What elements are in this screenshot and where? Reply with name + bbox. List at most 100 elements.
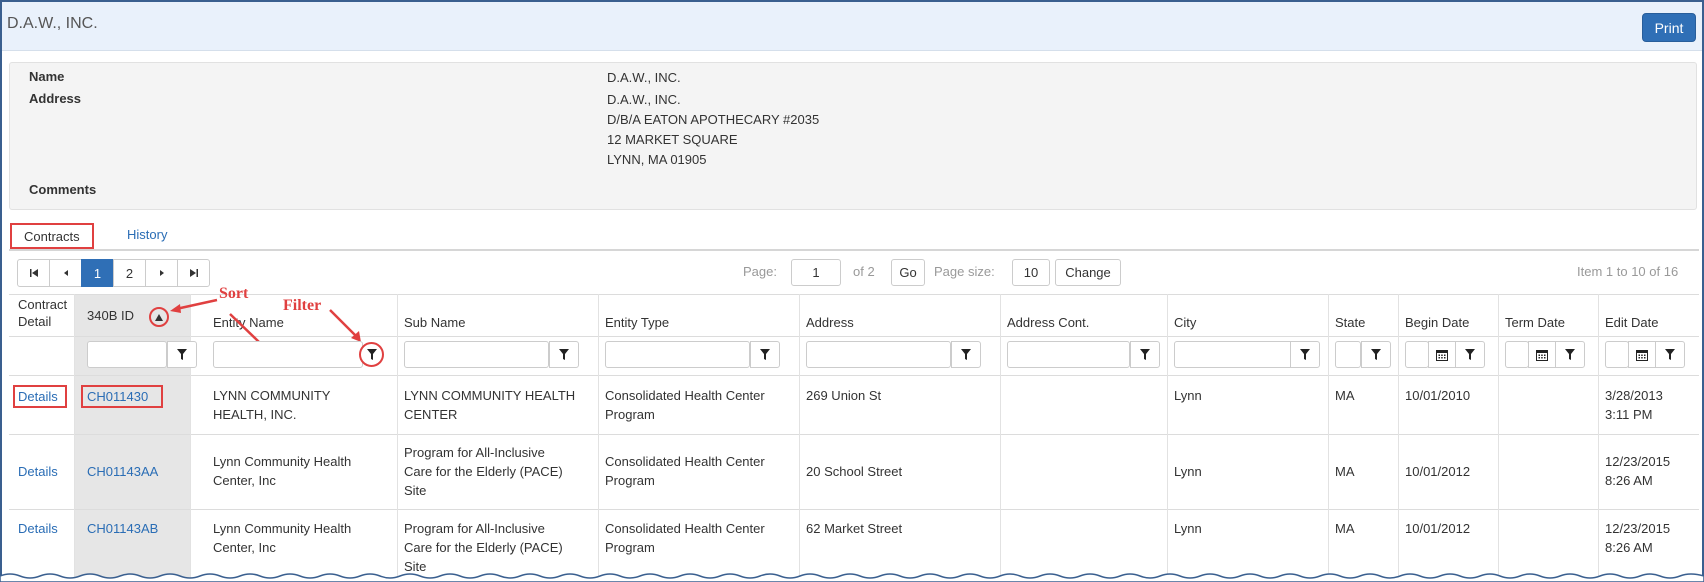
col-header-entity-type[interactable]: Entity Type — [605, 314, 669, 331]
column-separator — [1498, 294, 1499, 582]
go-button[interactable]: Go — [891, 259, 925, 286]
filter-button-begin-date[interactable] — [1455, 341, 1485, 368]
sub-name-cell: Program for All-Inclusive Care for the E… — [404, 521, 563, 574]
first-page-button[interactable] — [17, 259, 50, 287]
col-header-address[interactable]: Address — [806, 314, 854, 331]
page-number-input[interactable]: 1 — [791, 259, 841, 286]
begin-date-cell: 10/01/2010 — [1405, 388, 1471, 403]
contract-id-link[interactable]: CH01143AB — [87, 519, 158, 538]
row-separator — [9, 509, 1699, 510]
page-header: D.A.W., INC. Print — [2, 2, 1702, 51]
contract-id-link[interactable]: CH011430 — [87, 387, 148, 406]
column-separator — [1167, 294, 1168, 582]
address-cell: 269 Union St — [806, 388, 882, 403]
calendar-button-begin-date[interactable] — [1428, 341, 1456, 368]
entity-info-panel: Name D.A.W., INC. Address D.A.W., INC. D… — [9, 62, 1697, 210]
last-page-button[interactable] — [177, 259, 210, 287]
next-page-icon — [159, 270, 164, 276]
column-separator — [1000, 294, 1001, 582]
filter-input-term-date[interactable] — [1505, 341, 1529, 368]
filter-button-address[interactable] — [951, 341, 981, 368]
address-value: D.A.W., INC. D/B/A EATON APOTHECARY #203… — [607, 90, 819, 170]
contract-id-link[interactable]: CH01143AA — [87, 462, 158, 481]
entity-type-cell: Consolidated Health Center Program — [605, 454, 765, 488]
col-header-sub-name[interactable]: Sub Name — [404, 314, 465, 331]
address-label: Address — [29, 91, 82, 106]
filter-button-340b-id[interactable] — [167, 341, 197, 368]
filter-button-entity-name[interactable] — [359, 342, 384, 367]
col-header-state[interactable]: State — [1335, 314, 1365, 331]
filter-button-state[interactable] — [1361, 341, 1391, 368]
col-header-city[interactable]: City — [1174, 314, 1196, 331]
details-link[interactable]: Details — [18, 462, 58, 481]
filter-input-state[interactable] — [1335, 341, 1361, 368]
col-header-contract-detail[interactable]: Contract Detail — [18, 296, 67, 330]
sub-name-cell: LYNN COMMUNITY HEALTH CENTER — [404, 388, 576, 422]
address-line: D/B/A EATON APOTHECARY #2035 — [607, 112, 820, 127]
filter-input-edit-date[interactable] — [1605, 341, 1629, 368]
entity-name-cell: LYNN COMMUNITY HEALTH, INC. — [213, 388, 331, 422]
edit-date-cell: 12/23/2015 8:26 AM — [1605, 454, 1671, 488]
filter-input-begin-date[interactable] — [1405, 341, 1429, 368]
col-header-begin-date[interactable]: Begin Date — [1405, 314, 1469, 331]
item-count-info: Item 1 to 10 of 16 — [1577, 264, 1679, 279]
filter-input-entity-name[interactable] — [213, 341, 363, 368]
filter-input-address[interactable] — [806, 341, 951, 368]
print-button[interactable]: Print — [1642, 13, 1696, 42]
calendar-button-edit-date[interactable] — [1628, 341, 1656, 368]
filter-icon — [559, 349, 569, 360]
tab-contracts[interactable]: Contracts — [10, 223, 94, 249]
begin-date-cell: 10/01/2012 — [1405, 464, 1471, 479]
address-line: LYNN, MA 01905 — [607, 152, 707, 167]
page-1-button[interactable]: 1 — [81, 259, 114, 287]
entity-name-cell: Lynn Community Health Center, Inc — [213, 521, 352, 555]
calendar-button-term-date[interactable] — [1528, 341, 1556, 368]
col-header-edit-date[interactable]: Edit Date — [1605, 314, 1658, 331]
column-separator — [1328, 294, 1329, 582]
prev-page-icon — [63, 270, 68, 276]
filter-button-edit-date[interactable] — [1655, 341, 1685, 368]
next-page-button[interactable] — [145, 259, 178, 287]
app-window: D.A.W., INC. Print Name D.A.W., INC. Add… — [0, 0, 1704, 582]
filter-icon — [760, 349, 770, 360]
edit-date-cell: 3/28/2013 3:11 PM — [1605, 388, 1663, 422]
page-2-button[interactable]: 2 — [113, 259, 146, 287]
filter-button-address-cont[interactable] — [1130, 341, 1160, 368]
col-header-340b-id[interactable]: 340B ID — [87, 307, 134, 324]
calendar-icon — [1636, 349, 1648, 361]
filter-icon — [1371, 349, 1381, 360]
state-cell: MA — [1335, 388, 1355, 403]
filter-icon — [1465, 349, 1475, 360]
comments-label: Comments — [29, 182, 97, 197]
page-count-label: of 2 — [853, 264, 875, 279]
filter-button-sub-name[interactable] — [549, 341, 579, 368]
col-header-address-cont[interactable]: Address Cont. — [1007, 314, 1089, 331]
col-header-term-date[interactable]: Term Date — [1505, 314, 1565, 331]
address-line: D.A.W., INC. — [607, 92, 681, 107]
calendar-icon — [1436, 349, 1448, 361]
filter-button-term-date[interactable] — [1555, 341, 1585, 368]
tab-divider — [9, 249, 1699, 251]
state-cell: MA — [1335, 464, 1355, 479]
header-separator — [9, 336, 1699, 337]
filter-input-sub-name[interactable] — [404, 341, 549, 368]
filter-input-entity-type[interactable] — [605, 341, 750, 368]
filter-icon — [1140, 349, 1150, 360]
filter-input-340b-id[interactable] — [87, 341, 167, 368]
details-link[interactable]: Details — [18, 519, 58, 538]
filter-button-city[interactable] — [1290, 341, 1320, 368]
details-link[interactable]: Details — [18, 387, 58, 406]
first-page-icon — [29, 269, 38, 277]
filter-button-entity-type[interactable] — [750, 341, 780, 368]
filter-input-address-cont[interactable] — [1007, 341, 1130, 368]
prev-page-button[interactable] — [49, 259, 82, 287]
address-line: 12 MARKET SQUARE — [607, 132, 738, 147]
entity-type-cell: Consolidated Health Center Program — [605, 521, 765, 555]
row-separator — [9, 434, 1699, 435]
filter-input-city[interactable] — [1174, 341, 1302, 368]
calendar-icon — [1536, 349, 1548, 361]
change-button[interactable]: Change — [1055, 259, 1121, 286]
page-size-input[interactable]: 10 — [1012, 259, 1050, 286]
city-cell: Lynn — [1174, 388, 1202, 403]
tab-history[interactable]: History — [115, 223, 179, 249]
